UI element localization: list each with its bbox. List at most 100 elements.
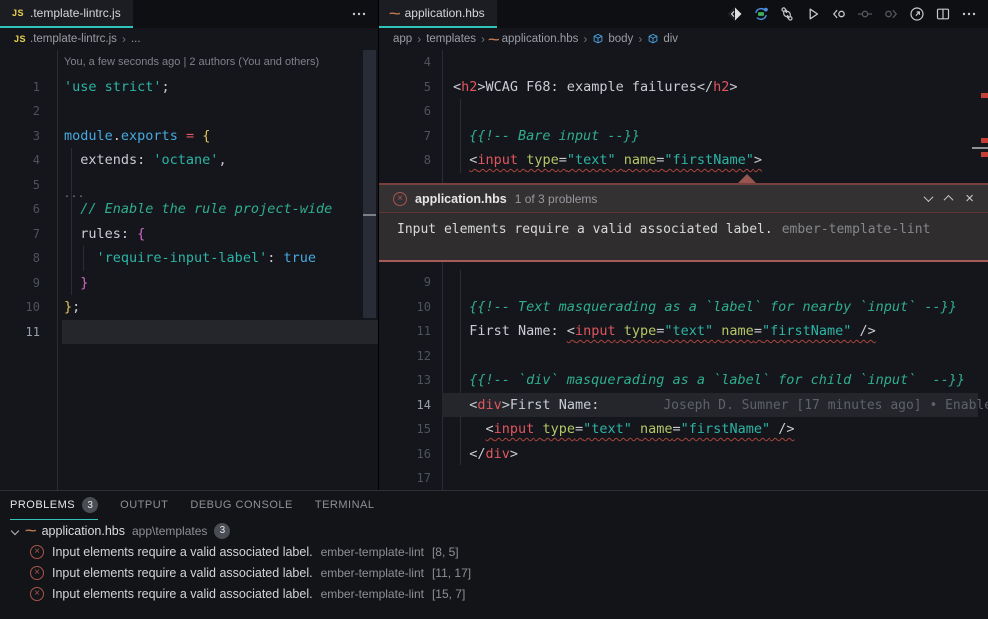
problems-count-badge: 3 — [214, 523, 230, 539]
line-number[interactable]: 4 — [0, 148, 40, 173]
tab-application-hbs[interactable]: ~ application.hbs — [379, 0, 497, 28]
code-line[interactable]: 11 — [0, 320, 378, 345]
breadcrumb-item-...[interactable]: ... — [131, 33, 141, 45]
overview-ruler[interactable] — [978, 50, 988, 490]
line-number[interactable]: 4 — [379, 50, 431, 75]
code-line[interactable]: 10}; — [0, 295, 378, 320]
more-actions-icon[interactable] — [350, 5, 368, 23]
run-icon[interactable] — [804, 5, 822, 23]
breadcrumb-item-templates[interactable]: templates — [426, 33, 476, 45]
timeline-icon[interactable] — [908, 5, 926, 23]
line-content: {{!-- Bare input --}} — [453, 124, 640, 149]
code-line[interactable]: 8 'require-input-label': true — [0, 246, 378, 271]
panel-tab-terminal[interactable]: TERMINAL — [315, 491, 375, 520]
code-line[interactable]: 4 extends: 'octane', — [0, 148, 378, 173]
panel-tab-debug-console[interactable]: DEBUG CONSOLE — [190, 491, 292, 520]
code-line[interactable]: 10 {{!-- Text masquerading as a `label` … — [379, 295, 988, 320]
code-line[interactable]: 6 // Enable the rule project-wide — [0, 197, 378, 222]
line-number[interactable]: 5 — [0, 173, 40, 198]
code-line[interactable]: 9 } — [0, 271, 378, 296]
line-number[interactable]: 2 — [0, 99, 40, 124]
code-line[interactable]: 16 </div> — [379, 442, 988, 467]
code-line[interactable]: 17 — [379, 466, 988, 490]
panel-tab-problems[interactable]: PROBLEMS3 — [10, 491, 98, 520]
previous-change-icon[interactable] — [830, 5, 848, 23]
gitlens-codelens[interactable]: You, a few seconds ago | 2 authors (You … — [64, 50, 378, 75]
breadcrumb-separator: › — [583, 32, 587, 46]
problem-row[interactable]: ×Input elements require a valid associat… — [0, 541, 988, 562]
split-editor-icon[interactable] — [934, 5, 952, 23]
line-number[interactable]: 12 — [379, 344, 431, 369]
close-icon[interactable]: × — [965, 191, 974, 206]
line-number[interactable]: 14 — [379, 393, 431, 418]
line-number[interactable]: 17 — [379, 466, 431, 490]
breadcrumb-item-.template-lintrc.js[interactable]: JS.template-lintrc.js — [14, 33, 117, 45]
line-number[interactable]: 7 — [0, 222, 40, 247]
code-line[interactable]: 4 — [379, 50, 988, 75]
line-number[interactable]: 8 — [0, 246, 40, 271]
breadcrumb-item-div[interactable]: div — [647, 33, 678, 45]
gitlens-blame-annotation: Joseph D. Sumner [17 minutes ago] • Enab… — [663, 398, 988, 413]
code-line[interactable]: 12 — [379, 344, 988, 369]
panel-tab-output[interactable]: OUTPUT — [120, 491, 168, 520]
problems-peek-view: × application.hbs 1 of 3 problems × Inpu… — [379, 183, 988, 262]
current-change-icon[interactable] — [856, 5, 874, 23]
code-line[interactable]: 13 {{!-- `div` masquerading as a `label`… — [379, 368, 988, 393]
right-editor[interactable]: 45<h2>WCAG F68: example failures</h2>67 … — [379, 50, 988, 490]
code-line[interactable]: 2 — [0, 99, 378, 124]
code-line[interactable]: 3module.exports = { — [0, 124, 378, 149]
code-line[interactable]: 7 {{!-- Bare input --}} — [379, 124, 988, 149]
more-actions-icon[interactable] — [960, 5, 978, 23]
next-change-icon[interactable] — [882, 5, 900, 23]
tab-template-lintrc[interactable]: JS .template-lintrc.js — [0, 0, 133, 28]
error-icon: × — [30, 545, 44, 559]
code-line[interactable]: 15 <input type="text" name="firstName" /… — [379, 417, 988, 442]
peek-problem-source: ember-template-lint — [782, 222, 931, 237]
code-line[interactable]: 11 First Name: <input type="text" name="… — [379, 319, 988, 344]
scrollbar-thumb[interactable] — [363, 50, 376, 318]
code-line[interactable]: 8 <input type="text" name="firstName"> — [379, 148, 988, 173]
line-number[interactable]: 9 — [0, 271, 40, 296]
problem-location: [11, 17] — [432, 566, 471, 580]
line-number[interactable]: 8 — [379, 148, 431, 173]
breadcrumb-item-body[interactable]: body — [592, 33, 633, 45]
peek-problem-row[interactable]: Input elements require a valid associate… — [379, 213, 988, 237]
line-number[interactable]: 11 — [379, 319, 431, 344]
line-number[interactable]: 16 — [379, 442, 431, 467]
line-number[interactable]: 11 — [0, 320, 40, 345]
code-line[interactable]: 9 — [379, 270, 988, 295]
code-line[interactable]: 7 rules: { — [0, 222, 378, 247]
line-number[interactable]: 5 — [379, 75, 431, 100]
code-line[interactable]: 5 — [0, 173, 378, 198]
line-number[interactable]: 10 — [379, 295, 431, 320]
problem-row[interactable]: ×Input elements require a valid associat… — [0, 583, 988, 604]
line-number[interactable]: 3 — [0, 124, 40, 149]
next-problem-icon[interactable] — [924, 192, 934, 202]
problem-source: ember-template-lint — [321, 566, 424, 580]
git-compare-icon[interactable] — [778, 5, 796, 23]
code-line[interactable]: 5<h2>WCAG F68: example failures</h2> — [379, 75, 988, 100]
line-number[interactable]: 6 — [379, 99, 431, 124]
line-number[interactable]: 13 — [379, 368, 431, 393]
line-number[interactable]: 7 — [379, 124, 431, 149]
cursor-marker — [972, 147, 988, 149]
code-line[interactable]: 6 — [379, 99, 988, 124]
line-number[interactable]: 15 — [379, 417, 431, 442]
left-editor[interactable]: You, a few seconds ago | 2 authors (You … — [0, 50, 378, 490]
line-number[interactable]: 9 — [379, 270, 431, 295]
previous-problem-icon[interactable] — [944, 195, 954, 205]
error-marker — [981, 93, 988, 98]
sync-changes-icon[interactable] — [752, 5, 770, 23]
peek-problem-message: Input elements require a valid associate… — [397, 222, 773, 237]
line-number[interactable]: 6 — [0, 197, 40, 222]
code-line[interactable]: 14 <div>First Name:Joseph D. Sumner [17 … — [379, 393, 988, 418]
problems-file-group[interactable]: ~ application.hbs app\templates 3 — [0, 520, 988, 541]
breadcrumb-item-app[interactable]: app — [393, 33, 412, 45]
line-number[interactable]: 1 — [0, 75, 40, 100]
line-number[interactable]: 10 — [0, 295, 40, 320]
error-marker — [981, 138, 988, 143]
formatter-diamond-icon[interactable] — [726, 5, 744, 23]
problem-row[interactable]: ×Input elements require a valid associat… — [0, 562, 988, 583]
code-line[interactable]: 1'use strict'; — [0, 75, 378, 100]
breadcrumb-item-application.hbs[interactable]: ~application.hbs — [490, 32, 578, 47]
